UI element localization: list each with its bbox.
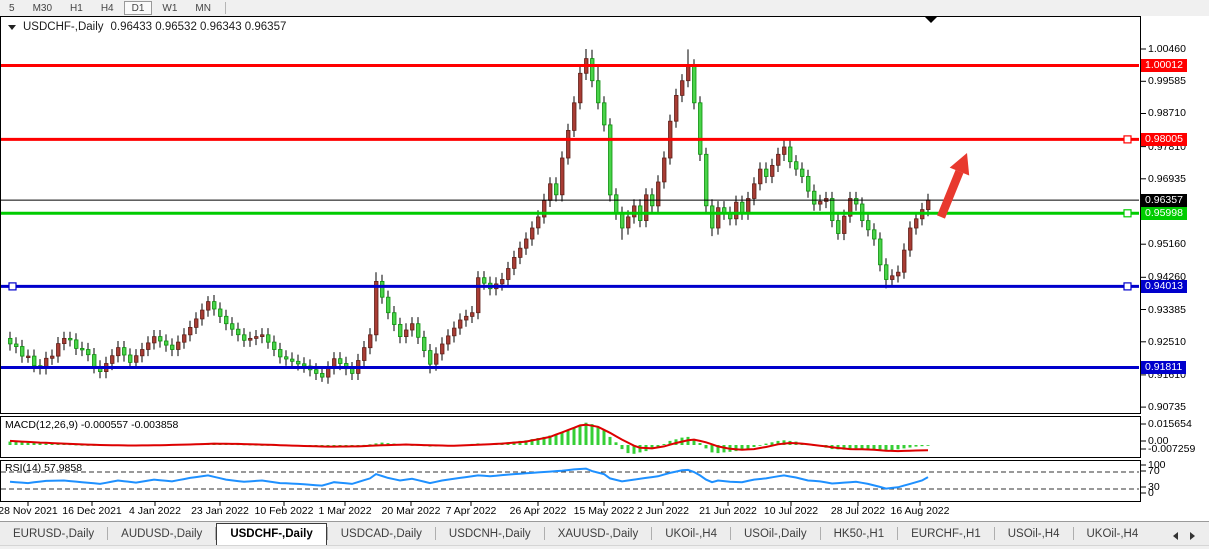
rsi-indicator-pane[interactable] (0, 460, 1141, 502)
timeframe-button-5[interactable]: 5 (1, 1, 23, 15)
price-badge-1.00012: 1.00012 (1141, 59, 1187, 72)
chart-ohlc-quotes: 0.96433 0.96532 0.96343 0.96357 (111, 21, 287, 33)
price-badge-0.98005: 0.98005 (1141, 133, 1187, 146)
price-badge-0.91811: 0.91811 (1141, 361, 1186, 374)
date-axis-label: 4 Jan 2022 (129, 505, 181, 517)
symbol-tab-usoil-h4[interactable]: USOil-,H4 (995, 524, 1073, 545)
price-axis-tick: 0.99585 (1148, 75, 1186, 87)
chart-symbol-label: USDCHF-,Daily (23, 21, 104, 33)
timeframe-toolbar: 5M30H1H4D1W1MN (0, 0, 1209, 16)
date-axis-label: 1 Mar 2022 (318, 505, 371, 517)
symbol-tab-eurchf-h1[interactable]: EURCHF-,H1 (898, 524, 994, 545)
toolbar-separator (225, 2, 226, 14)
timeframe-button-w1[interactable]: W1 (154, 1, 185, 15)
timeframe-button-h4[interactable]: H4 (93, 1, 122, 15)
symbol-tab-usdcad-daily[interactable]: USDCAD-,Daily (328, 524, 435, 545)
date-axis-label: 15 May 2022 (574, 505, 635, 517)
date-axis-label: 21 Jun 2022 (699, 505, 757, 517)
price-axis-tick: 0.98710 (1148, 107, 1186, 119)
tab-scroll-left-icon[interactable] (1173, 532, 1178, 540)
symbol-tab-eurusd-daily[interactable]: EURUSD-,Daily (0, 524, 107, 545)
indicator-axis-tick: 70 (1148, 465, 1160, 477)
date-axis-label: 16 Aug 2022 (891, 505, 950, 517)
symbol-tab-audusd-daily[interactable]: AUDUSD-,Daily (108, 524, 215, 545)
price-axis-tick: 0.93385 (1148, 304, 1186, 316)
date-axis-label: 26 Apr 2022 (510, 505, 567, 517)
timeframe-button-d1[interactable]: D1 (124, 1, 153, 15)
main-chart-pane[interactable] (0, 16, 1141, 414)
symbol-tab-hk50-h1[interactable]: HK50-,H1 (821, 524, 898, 545)
date-axis-label: 23 Jan 2022 (191, 505, 249, 517)
price-axis-tick: 1.00460 (1148, 43, 1186, 55)
symbol-tab-ukoil-h4[interactable]: UKOil-,H4 (652, 524, 730, 545)
symbol-tab-usoil-daily[interactable]: USOil-,Daily (731, 524, 820, 545)
date-axis-label: 10 Feb 2022 (255, 505, 314, 517)
price-axis-tick: 0.95160 (1148, 238, 1186, 250)
symbol-tab-bar: EURUSD-,DailyAUDUSD-,DailyUSDCHF-,DailyU… (0, 521, 1209, 545)
symbol-tab-ukoil-h4[interactable]: UKOil-,H4 (1074, 524, 1152, 545)
symbol-tab-usdcnh-daily[interactable]: USDCNH-,Daily (436, 524, 544, 545)
indicator-axis-tick: 0.015654 (1148, 418, 1192, 430)
chart-dropdown-icon[interactable] (8, 25, 16, 30)
rsi-label: RSI(14) 57.9858 (5, 462, 82, 474)
macd-label: MACD(12,26,9) -0.000557 -0.003858 (5, 419, 178, 431)
date-axis-label: 28 Jul 2022 (831, 505, 885, 517)
date-axis-label: 20 Mar 2022 (382, 505, 441, 517)
timeframe-button-m30[interactable]: M30 (25, 1, 60, 15)
date-axis-label: 7 Apr 2022 (446, 505, 497, 517)
price-badge-0.96357: 0.96357 (1141, 194, 1187, 207)
date-axis-label: 28 Nov 2021 (0, 505, 58, 517)
timeframe-button-mn[interactable]: MN (187, 1, 219, 15)
date-axis-label: 2 Jun 2022 (637, 505, 689, 517)
date-axis-label: 10 Jul 2022 (764, 505, 818, 517)
price-axis-tick: 0.92510 (1148, 336, 1186, 348)
date-axis-label: 16 Dec 2021 (62, 505, 122, 517)
indicator-axis-tick: -0.007259 (1148, 443, 1195, 455)
price-axis-tick: 0.96935 (1148, 173, 1186, 185)
symbol-tab-usdchf-daily[interactable]: USDCHF-,Daily (216, 523, 326, 545)
timeframe-button-h1[interactable]: H1 (62, 1, 91, 15)
price-axis-tick: 0.90735 (1148, 401, 1186, 413)
tab-scroll-right-icon[interactable] (1190, 532, 1195, 540)
trading-terminal-window: 5M30H1H4D1W1MN USDCHF-,Daily 0.96433 0.9… (0, 0, 1209, 549)
status-strip (0, 545, 1209, 549)
indicator-axis-tick: 0 (1148, 487, 1154, 499)
symbol-tab-xauusd-daily[interactable]: XAUUSD-,Daily (545, 524, 652, 545)
tab-scroll-controls (1167, 532, 1209, 545)
price-badge-0.94013: 0.94013 (1141, 280, 1187, 293)
price-badge-0.95998: 0.95998 (1141, 207, 1187, 220)
chart-title: USDCHF-,Daily 0.96433 0.96532 0.96343 0.… (8, 21, 286, 33)
